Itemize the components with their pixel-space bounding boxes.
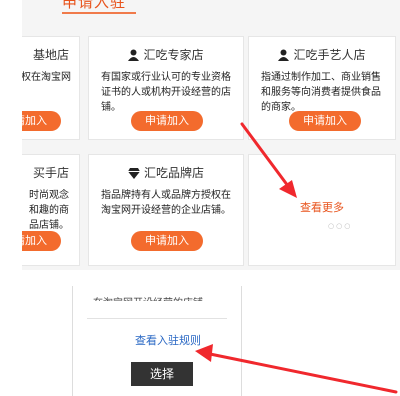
brand-store-card: 汇吃品牌店 指品牌持有人或品牌方授权在淘宝网开设经营的企业店铺。 申请加入 [88, 154, 244, 266]
buyer-store-apply-button[interactable]: 申请加入 [22, 231, 61, 251]
carousel-dots: ○○○ [328, 222, 353, 230]
expert-store-apply-button[interactable]: 申请加入 [131, 111, 203, 131]
local-store-card: 基地店 授权在淘宝网 申请加入 [22, 36, 80, 140]
brand-store-desc: 指品牌持有人或品牌方授权在淘宝网开设经营的企业店铺。 [101, 190, 231, 216]
buyer-store-title: 买手店 [32, 166, 69, 180]
expert-store-desc: 有国家或行业认可的专业资格证书的人或机构开设经营的店铺。 [101, 72, 231, 113]
rules-section: 在淘宝网开设经营的店铺。 查看入驻规则 选择 [72, 286, 242, 396]
brand-store-apply-button[interactable]: 申请加入 [131, 231, 203, 251]
diamond-icon [127, 168, 140, 182]
artisan-store-card: 汇吃手艺人店 指通过制作加工、商业销售和服务等向消费者提供食品的商家。 申请加入 [248, 36, 396, 140]
artisan-icon [278, 49, 290, 64]
page-heading: 申请入驻 [62, 0, 127, 11]
expert-store-card: 汇吃专家店 有国家或行业认可的专业资格证书的人或机构开设经营的店铺。 申请加入 [88, 36, 244, 140]
person-icon [128, 49, 140, 64]
view-rules-link[interactable]: 查看入驻规则 [135, 332, 201, 348]
brand-store-title: 汇吃品牌店 [143, 166, 204, 180]
local-store-apply-button[interactable]: 申请加入 [22, 111, 61, 131]
separator [87, 318, 227, 319]
artisan-store-apply-button[interactable]: 申请加入 [289, 111, 361, 131]
local-store-desc: 授权在淘宝网 [22, 72, 71, 83]
cut-off-text: 在淘宝网开设经营的店铺。 [93, 294, 223, 301]
heading-underline [62, 12, 136, 14]
local-store-title: 基地店 [32, 48, 69, 62]
select-button[interactable]: 选择 [131, 362, 193, 386]
expert-store-title: 汇吃专家店 [143, 48, 204, 62]
more-link[interactable]: 查看更多 [300, 199, 344, 215]
buyer-store-card: 买手店 时尚观念和趣的商品店铺。 申请加入 [22, 154, 80, 266]
store-type-panel: 申请入驻 基地店 授权在淘宝网 申请加入 汇吃专家店 有国家或行业认可的专业资格… [22, 0, 400, 270]
artisan-store-title: 汇吃手艺人店 [293, 48, 366, 62]
buyer-store-desc: 时尚观念和趣的商品店铺。 [29, 190, 69, 231]
artisan-store-desc: 指通过制作加工、商业销售和服务等向消费者提供食品的商家。 [261, 72, 381, 113]
